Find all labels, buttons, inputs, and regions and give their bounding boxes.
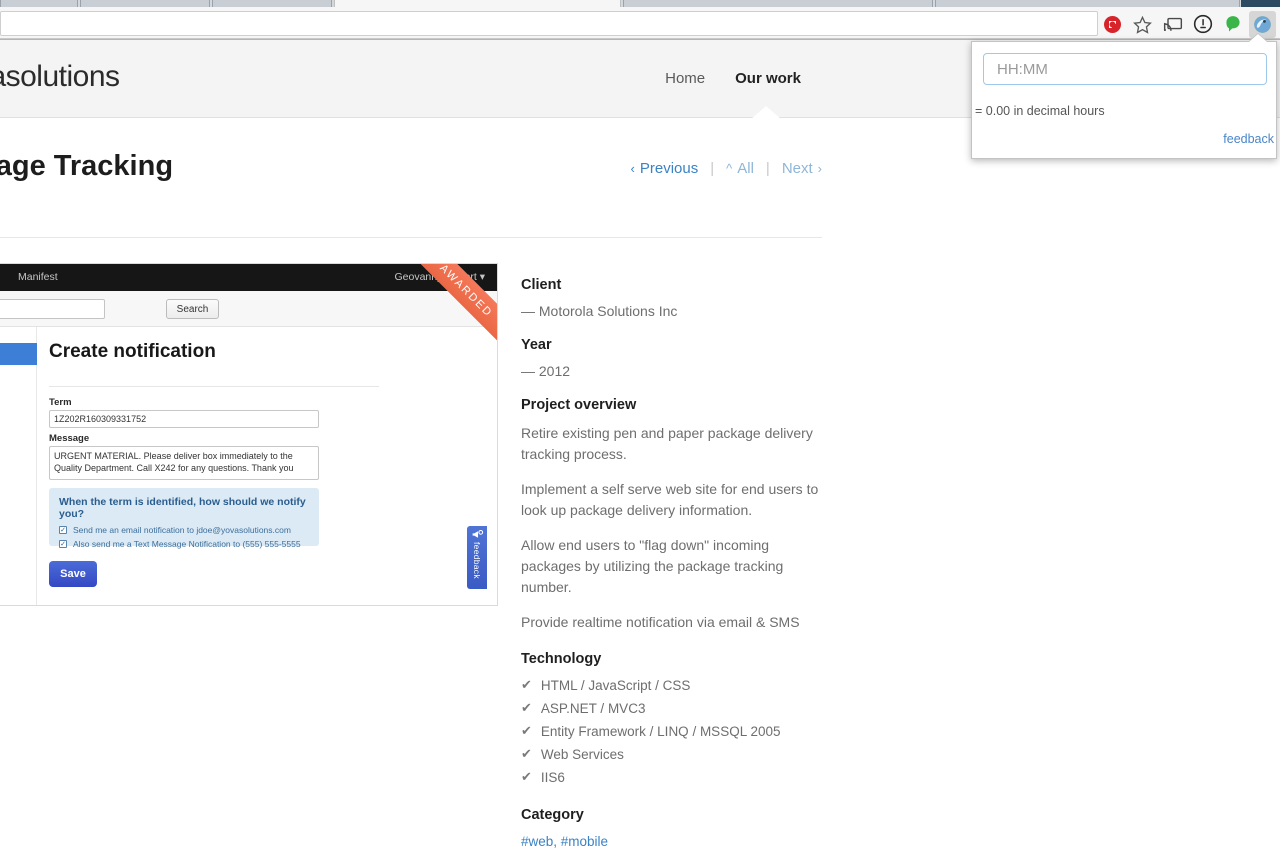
browser-tab[interactable] bbox=[212, 0, 332, 7]
bookmark-star-icon[interactable] bbox=[1129, 11, 1156, 38]
technology-item-label: IIS6 bbox=[540, 769, 565, 785]
chevron-right-icon: › bbox=[817, 161, 822, 176]
overview-heading: Project overview bbox=[521, 397, 637, 413]
screenshot-save-button: Save bbox=[49, 561, 97, 587]
browser-toolbar bbox=[0, 7, 1280, 39]
client-heading: Client bbox=[521, 277, 562, 293]
chevron-up-icon: ^ bbox=[726, 161, 733, 176]
overview-paragraph: Provide realtime notification via email … bbox=[521, 614, 800, 630]
megaphone-icon bbox=[472, 529, 483, 538]
onepassword-icon[interactable] bbox=[1189, 11, 1216, 38]
screenshot-notify-title: When the term is identified, how should … bbox=[59, 496, 306, 520]
screenshot-message-textarea: URGENT MATERIAL. Please deliver box imme… bbox=[49, 446, 319, 480]
check-icon: ✔ bbox=[521, 700, 532, 715]
screenshot-form-area: Create notification Term 1Z202R160309331… bbox=[38, 327, 497, 605]
list-item: ✔ Web Services bbox=[521, 746, 831, 762]
year-heading: Year bbox=[521, 337, 552, 353]
screenshot-form-heading: Create notification bbox=[49, 341, 216, 362]
screenshot-term-label: Term bbox=[49, 397, 72, 408]
site-logo[interactable]: Yovasolutions bbox=[0, 60, 120, 94]
pager-all[interactable]: ^ All bbox=[726, 160, 754, 177]
popup-pointer-arrow bbox=[1249, 34, 1267, 42]
browser-tab[interactable] bbox=[80, 0, 210, 7]
list-item: ✔ Entity Framework / LINQ / MSSQL 2005 bbox=[521, 723, 831, 739]
list-item: ✔ ASP.NET / MVC3 bbox=[521, 700, 831, 716]
check-icon: ✔ bbox=[521, 746, 532, 761]
popup-feedback-link[interactable]: feedback bbox=[1223, 132, 1274, 146]
overview-paragraph: Retire existing pen and paper package de… bbox=[521, 425, 813, 462]
evernote-icon[interactable] bbox=[1219, 11, 1246, 38]
screenshot-message-label: Message bbox=[49, 433, 90, 444]
overview-paragraph: Implement a self serve web site for end … bbox=[521, 481, 819, 518]
year-value: — 2012 bbox=[521, 363, 571, 379]
project-screenshot[interactable]: Manifest Geovanny Robert ▾ Search Delive… bbox=[0, 263, 498, 606]
browser-tab[interactable] bbox=[623, 0, 933, 7]
tab-strip bbox=[0, 0, 1280, 7]
tab-strip-end bbox=[1241, 0, 1280, 7]
browser-tab[interactable] bbox=[935, 0, 1240, 7]
project-details: Client — Motorola Solutions Inc Year — 2… bbox=[521, 277, 831, 851]
screenshot-brand: Manifest bbox=[18, 271, 58, 283]
page-title-row: Package Tracking ‹ Previous | ^ All | Ne… bbox=[0, 150, 822, 210]
nav-link-home[interactable]: Home bbox=[665, 70, 705, 87]
screenshot-search-input bbox=[0, 299, 105, 319]
browser-tab[interactable] bbox=[0, 0, 78, 7]
cast-icon[interactable] bbox=[1159, 11, 1186, 38]
screenshot-notify-option: ✓ Also send me a Text Message Notificati… bbox=[59, 539, 309, 549]
technology-item-label: ASP.NET / MVC3 bbox=[540, 700, 646, 716]
screenshot-term-input: 1Z202R160309331752 bbox=[49, 410, 319, 428]
technology-item-label: Web Services bbox=[540, 746, 624, 762]
overview-paragraph: Allow end users to "flag down" incoming … bbox=[521, 537, 784, 595]
adblock-icon[interactable] bbox=[1099, 11, 1126, 38]
screenshot-notify-option-label: Also send me a Text Message Notification… bbox=[73, 539, 301, 549]
screenshot-topbar: Manifest Geovanny Robert ▾ bbox=[0, 264, 497, 291]
page-title: Package Tracking bbox=[0, 150, 174, 182]
check-icon: ✔ bbox=[521, 677, 532, 692]
checkbox-checked-icon: ✓ bbox=[59, 526, 67, 534]
pager-previous-label: Previous bbox=[639, 160, 699, 177]
pager-next[interactable]: Next › bbox=[782, 160, 822, 177]
check-icon: ✔ bbox=[521, 723, 532, 738]
category-heading: Category bbox=[521, 807, 584, 823]
pager-all-label: All bbox=[737, 160, 754, 177]
main-navigation: Home Our work bbox=[665, 70, 801, 87]
browser-tab-active[interactable] bbox=[334, 0, 621, 7]
check-icon: ✔ bbox=[521, 769, 532, 784]
client-value: — Motorola Solutions Inc bbox=[521, 303, 678, 319]
screenshot-form-divider bbox=[49, 386, 379, 387]
screenshot-searchbar: Search bbox=[0, 291, 497, 327]
category-tags[interactable]: #web, #mobile bbox=[521, 834, 608, 849]
active-nav-pointer bbox=[751, 106, 781, 119]
screenshot-feedback-tab: feedback bbox=[467, 526, 487, 589]
list-item: ✔ IIS6 bbox=[521, 769, 831, 785]
time-input[interactable] bbox=[983, 53, 1267, 85]
address-bar[interactable] bbox=[0, 11, 1098, 36]
project-pager: ‹ Previous | ^ All | Next › bbox=[631, 160, 822, 177]
screenshot-notify-option-label: Send me an email notification to jdoe@yo… bbox=[73, 525, 291, 535]
technology-item-label: HTML / JavaScript / CSS bbox=[540, 677, 691, 693]
screenshot-sidebar: Deliveries Terms Notifications bbox=[0, 327, 37, 605]
screenshot-notify-panel: When the term is identified, how should … bbox=[49, 488, 319, 549]
time-converter-popup: = 0.00 in decimal hours feedback bbox=[971, 41, 1277, 159]
pager-separator: | bbox=[710, 160, 715, 177]
decimal-hours-result: = 0.00 in decimal hours bbox=[975, 104, 1105, 118]
screenshot-notify-option: ✓ Send me an email notification to jdoe@… bbox=[59, 525, 309, 535]
pager-next-label: Next bbox=[781, 160, 813, 177]
pager-previous[interactable]: ‹ Previous bbox=[631, 160, 699, 177]
technology-heading: Technology bbox=[521, 651, 602, 667]
technology-list: ✔ HTML / JavaScript / CSS ✔ ASP.NET / MV… bbox=[521, 677, 831, 785]
list-item: ✔ HTML / JavaScript / CSS bbox=[521, 677, 831, 693]
checkbox-checked-icon: ✓ bbox=[59, 540, 67, 548]
title-divider bbox=[0, 237, 822, 238]
browser-chrome bbox=[0, 0, 1280, 40]
chevron-left-icon: ‹ bbox=[630, 161, 635, 176]
nav-link-our-work[interactable]: Our work bbox=[735, 70, 801, 87]
screenshot-feedback-label: feedback bbox=[472, 542, 482, 579]
technology-item-label: Entity Framework / LINQ / MSSQL 2005 bbox=[540, 723, 781, 739]
screenshot-sidebar-active-item bbox=[0, 343, 37, 365]
pager-separator: | bbox=[765, 160, 770, 177]
screenshot-search-button: Search bbox=[166, 299, 219, 319]
